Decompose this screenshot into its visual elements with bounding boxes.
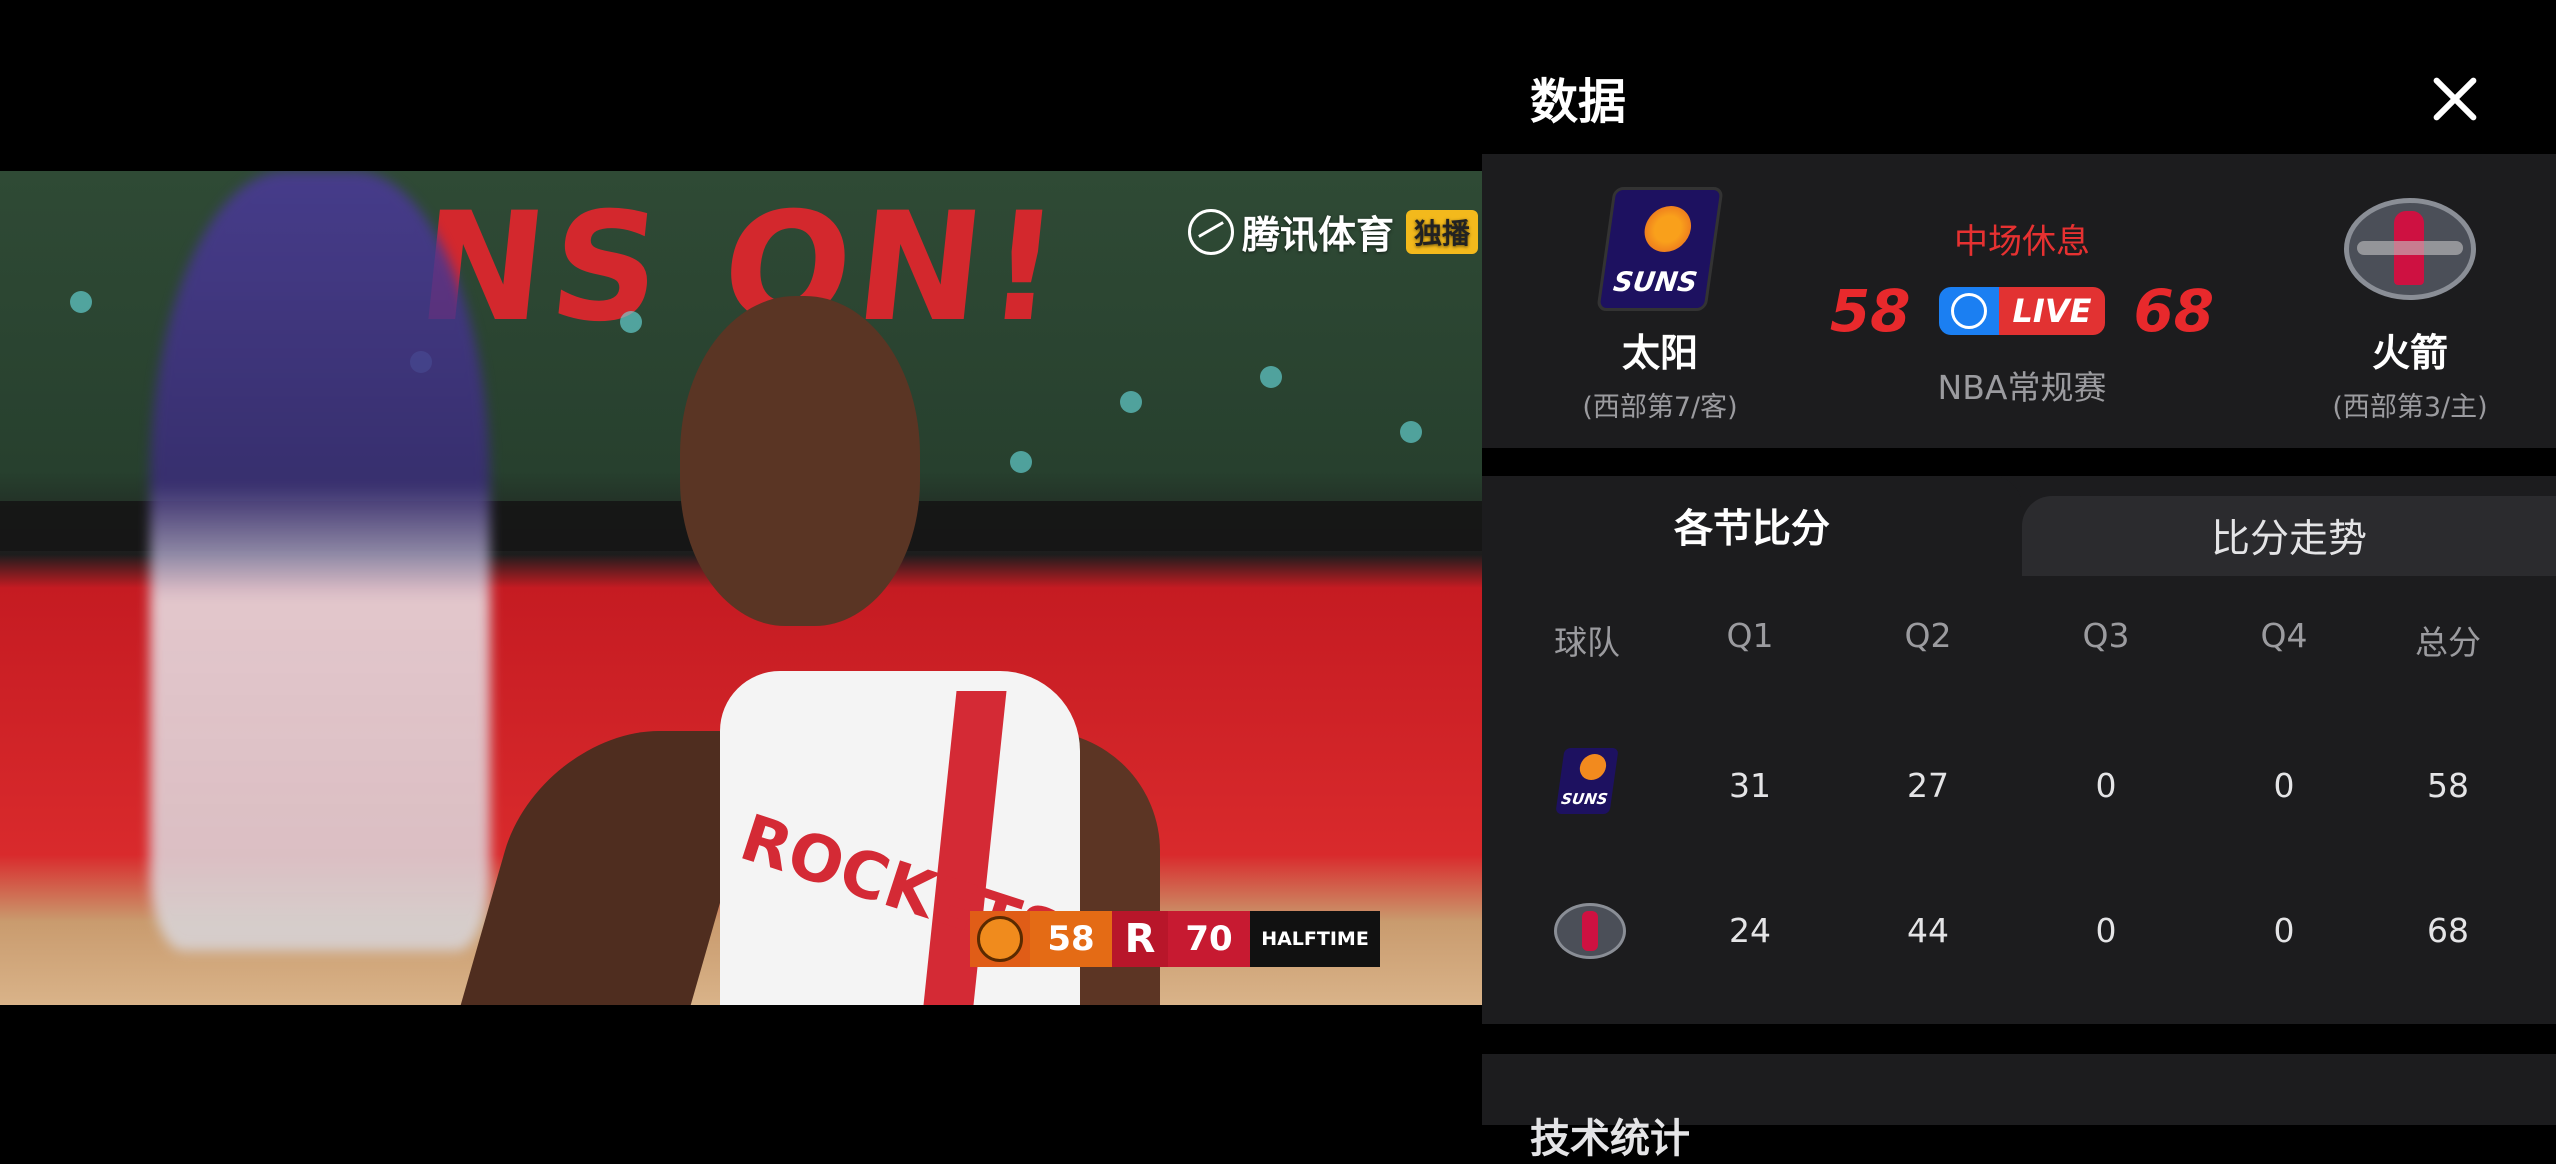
rockets-r-icon: R <box>1112 911 1168 967</box>
total-score: 58 <box>2427 766 2469 805</box>
score-tabs: 比分走势 各节比分 <box>1482 476 2556 576</box>
q1-score: 31 <box>1729 766 1771 805</box>
broadcast-watermark: 腾讯体育 独播 <box>1188 204 1479 259</box>
scorebug-home-score: 70 <box>1168 911 1250 967</box>
stats-panel: 数据 SUNS 太阳 (西部第7/客) 中场休息 58 LIVE 68 NBA常… <box>1482 0 2556 1162</box>
suns-ball-icon <box>970 911 1030 967</box>
q3-score: 0 <box>2095 766 2117 805</box>
suns-logo: SUNS <box>1596 187 1724 311</box>
match-center-info: 中场休息 58 LIVE 68 NBA常规赛 <box>1812 214 2232 409</box>
player-head <box>680 296 920 626</box>
away-team-standing: (西部第7/客) <box>1582 392 1738 423</box>
close-icon[interactable] <box>2428 72 2482 126</box>
away-team[interactable]: SUNS 太阳 (西部第7/客) <box>1530 184 1790 424</box>
video-player[interactable]: NS ON! ROCKETS 腾讯体育 独播 58 R 70 HALFTIME <box>0 171 1482 1005</box>
live-label: LIVE <box>1998 287 2106 335</box>
tab-quarter-scores[interactable]: 各节比分 <box>1482 476 2022 576</box>
table-row: 31 27 0 0 58 <box>1482 718 2556 863</box>
tencent-sports-icon <box>1188 208 1234 255</box>
match-summary-card: SUNS 太阳 (西部第7/客) 中场休息 58 LIVE 68 NBA常规赛 <box>1482 154 2556 448</box>
total-score: 68 <box>2427 911 2469 950</box>
table-row: 24 44 0 0 68 <box>1482 863 2556 1008</box>
header-team: 球队 <box>1554 623 1620 662</box>
home-team[interactable]: 火箭 (西部第3/主) <box>2280 184 2540 424</box>
scorebug-status: HALFTIME <box>1250 911 1380 967</box>
home-team-standing: (西部第3/主) <box>2332 392 2488 423</box>
home-score: 68 <box>2133 277 2215 345</box>
suns-logo-text: SUNS <box>1611 267 1700 298</box>
tencent-live-icon <box>1938 287 1999 335</box>
suns-logo <box>1555 748 1619 814</box>
score-section: 比分走势 各节比分 球队 Q1 Q2 Q3 Q4 总分 31 27 0 0 58 <box>1482 476 2556 1024</box>
q1-score: 24 <box>1729 911 1771 950</box>
table-header-row: 球队 Q1 Q2 Q3 Q4 总分 <box>1482 606 2556 718</box>
rockets-logo <box>2344 198 2476 300</box>
away-team-name: 太阳 <box>1621 331 1698 375</box>
q2-score: 44 <box>1907 911 1949 950</box>
header-q2: Q2 <box>1904 616 1952 655</box>
league-name: NBA常规赛 <box>1937 368 2107 407</box>
header-q1: Q1 <box>1726 616 1774 655</box>
q4-score: 0 <box>2273 911 2295 950</box>
panel-title: 数据 <box>1530 74 1627 130</box>
match-status: 中场休息 <box>1954 222 2090 262</box>
header-total: 总分 <box>2415 623 2481 662</box>
tab-score-trend[interactable]: 比分走势 <box>2022 496 2556 576</box>
blurred-player <box>150 171 490 951</box>
q4-score: 0 <box>2273 766 2295 805</box>
q3-score: 0 <box>2095 911 2117 950</box>
exclusive-badge: 独播 <box>1406 209 1479 254</box>
away-score: 58 <box>1829 277 1911 345</box>
next-section-card[interactable]: 技术统计 <box>1482 1054 2556 1162</box>
scorebug-away-score: 58 <box>1030 911 1112 967</box>
live-badge[interactable]: LIVE <box>1938 287 2106 335</box>
q2-score: 27 <box>1907 766 1949 805</box>
watermark-brand: 腾讯体育 <box>1242 213 1395 257</box>
rockets-logo <box>1554 903 1626 959</box>
home-team-name: 火箭 <box>2371 331 2448 375</box>
header-q3: Q3 <box>2082 616 2130 655</box>
tv-scorebug: 58 R 70 HALFTIME <box>970 911 1380 967</box>
quarter-score-table: 球队 Q1 Q2 Q3 Q4 总分 31 27 0 0 58 24 44 0 0 <box>1482 606 2556 1008</box>
next-section-label: 技术统计 <box>1530 1116 1690 1162</box>
header-q4: Q4 <box>2260 616 2308 655</box>
